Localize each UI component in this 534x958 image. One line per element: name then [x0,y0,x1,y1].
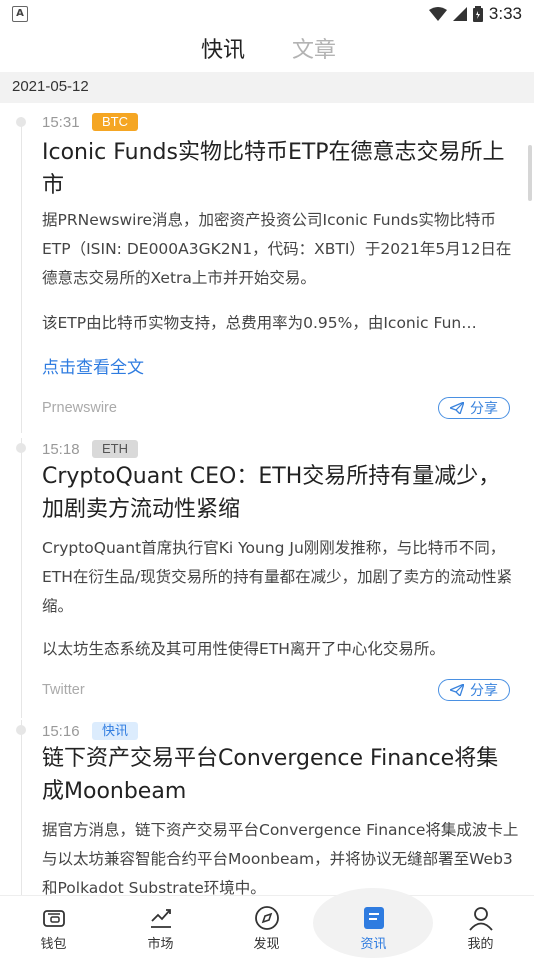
tab-flash-news[interactable]: 快讯 [201,32,245,64]
news-title[interactable]: Iconic Funds实物比特币ETP在德意志交易所上市 [42,136,518,202]
market-chart-icon [150,909,171,928]
news-item[interactable]: 15:16 快讯 链下资产交易平台Convergence Finance将集成M… [0,720,534,895]
nav-label: 发现 [253,937,280,952]
status-icons: 3:33 [428,3,522,25]
nav-label: 钱包 [40,937,67,952]
tab-articles[interactable]: 文章 [292,32,336,64]
news-source: Twitter [42,682,85,698]
nav-profile[interactable]: 我的 [427,896,534,952]
share-button[interactable]: 分享 [438,397,510,419]
news-body-continued: 该ETP由比特币实物支持，总费用率为0.95%，由Iconic Fun… [42,314,477,332]
nav-market[interactable]: 市场 [107,896,214,952]
nav-news[interactable]: 资讯 [320,896,427,952]
news-body: 据PRNewswire消息，加密资产投资公司Iconic Funds实物比特币E… [42,211,512,287]
nav-label: 我的 [467,937,494,952]
status-time: 3:33 [488,4,522,23]
nav-label: 资讯 [360,937,387,952]
news-title[interactable]: CryptoQuant CEO：ETH交易所持有量减少，加剧卖方流动性紧缩 [42,460,518,526]
battery-icon [472,6,483,22]
news-time: 15:31 [42,114,80,131]
signal-icon [452,7,467,21]
scrollbar[interactable] [528,145,532,201]
news-item[interactable]: 15:31 BTC Iconic Funds实物比特币ETP在德意志交易所上市 … [0,103,534,433]
notification-icon: A [12,6,28,22]
news-icon [363,907,384,929]
wifi-icon [428,7,447,21]
wallet-icon [42,910,65,927]
news-time: 15:18 [42,441,80,458]
share-button[interactable]: 分享 [438,679,510,701]
share-label: 分享 [470,683,498,699]
tag-badge: 快讯 [92,722,139,740]
timeline-dot [16,117,26,127]
top-tabs: 快讯 文章 [0,30,534,70]
share-label: 分享 [470,401,498,417]
news-body: CryptoQuant首席执行官Ki Young Ju刚刚发推称，与比特币不同，… [42,539,513,615]
paper-plane-icon [450,402,464,414]
status-bar: A 3:33 [0,0,534,28]
read-more-link[interactable]: 点击查看全文 [42,353,144,378]
nav-label: 市场 [147,937,174,952]
date-header: 2021-05-12 [0,72,534,103]
compass-icon [254,906,279,930]
timeline-line [21,720,22,895]
news-title[interactable]: 链下资产交易平台Convergence Finance将集成Moonbeam [42,742,518,808]
news-source: Prnewswire [42,400,117,416]
timeline-dot [16,443,26,453]
news-body-continued: 以太坊生态系统及其可用性使得ETH离开了中心化交易所。 [42,640,445,658]
news-time: 15:16 [42,723,80,740]
nav-wallet[interactable]: 钱包 [0,896,107,952]
date-label: 2021-05-12 [12,78,89,95]
timeline-line [21,117,22,433]
news-item[interactable]: 15:18 ETH CryptoQuant CEO：ETH交易所持有量减少，加剧… [0,438,534,718]
nav-discover[interactable]: 发现 [213,896,320,952]
profile-icon [468,907,493,931]
timeline-dot [16,725,26,735]
tag-badge: ETH [92,440,138,458]
tag-badge: BTC [92,113,138,131]
news-body: 据官方消息，链下资产交易平台Convergence Finance将集成波卡上与… [42,821,519,895]
paper-plane-icon [450,684,464,696]
bottom-nav: 钱包 市场 发现 资讯 我的 [0,888,534,958]
news-feed[interactable]: 15:31 BTC Iconic Funds实物比特币ETP在德意志交易所上市 … [0,103,534,895]
timeline-line [21,438,22,718]
